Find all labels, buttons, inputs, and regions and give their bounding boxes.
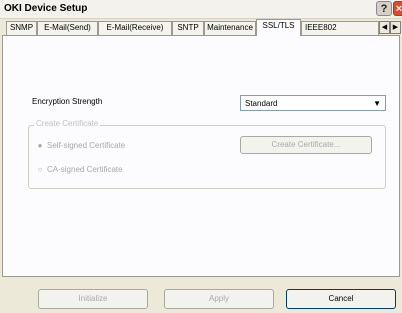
tab-email-receive[interactable]: E-Mail(Receive) [98,21,172,35]
create-certificate-group-title: Create Certificate [34,119,101,128]
title-bar: OKI Device Setup ? × [0,0,402,19]
close-icon: × [395,3,402,15]
help-button[interactable]: ? [376,1,392,16]
encryption-strength-dropdown[interactable]: Standard ▼ [240,95,386,111]
tab-snmp[interactable]: SNMP [6,21,37,35]
ca-signed-label: CA-signed Certificate [47,165,123,174]
ca-signed-radio[interactable]: ○ CA-signed Certificate [36,165,123,174]
radio-selected-icon: ● [37,141,43,150]
close-button[interactable]: × [393,1,402,16]
tab-scroll-left-button[interactable]: ◀ [379,21,390,34]
initialize-button[interactable]: Initialize [38,289,148,309]
tab-email-send[interactable]: E-Mail(Send) [37,21,98,35]
encryption-strength-label: Encryption Strength [32,97,103,106]
radio-unselected-icon: ○ [37,165,43,174]
create-certificate-button[interactable]: Create Certificate... [240,136,372,154]
help-icon: ? [380,3,388,15]
tab-strip: SNMP E-Mail(Send) E-Mail(Receive) SNTP M… [2,19,402,36]
chevron-left-icon: ◀ [381,24,388,31]
create-certificate-group [28,125,386,189]
tab-ieee802[interactable]: IEEE802 [301,21,379,35]
tab-ssl-tls[interactable]: SSL/TLS [256,19,301,36]
window-title: OKI Device Setup [4,3,88,14]
self-signed-radio[interactable]: ● Self-signed Certificate [36,141,126,150]
tab-scroll-right-button[interactable]: ▶ [390,21,401,34]
chevron-down-icon[interactable]: ▼ [373,99,381,108]
cancel-button[interactable]: Cancel [286,289,396,309]
chevron-right-icon: ▶ [392,24,399,31]
apply-button[interactable]: Apply [164,289,274,309]
tab-sntp[interactable]: SNTP [172,21,204,35]
tab-maintenance[interactable]: Maintenance [204,21,256,35]
encryption-strength-value: Standard [245,99,278,108]
self-signed-label: Self-signed Certificate [47,141,126,150]
